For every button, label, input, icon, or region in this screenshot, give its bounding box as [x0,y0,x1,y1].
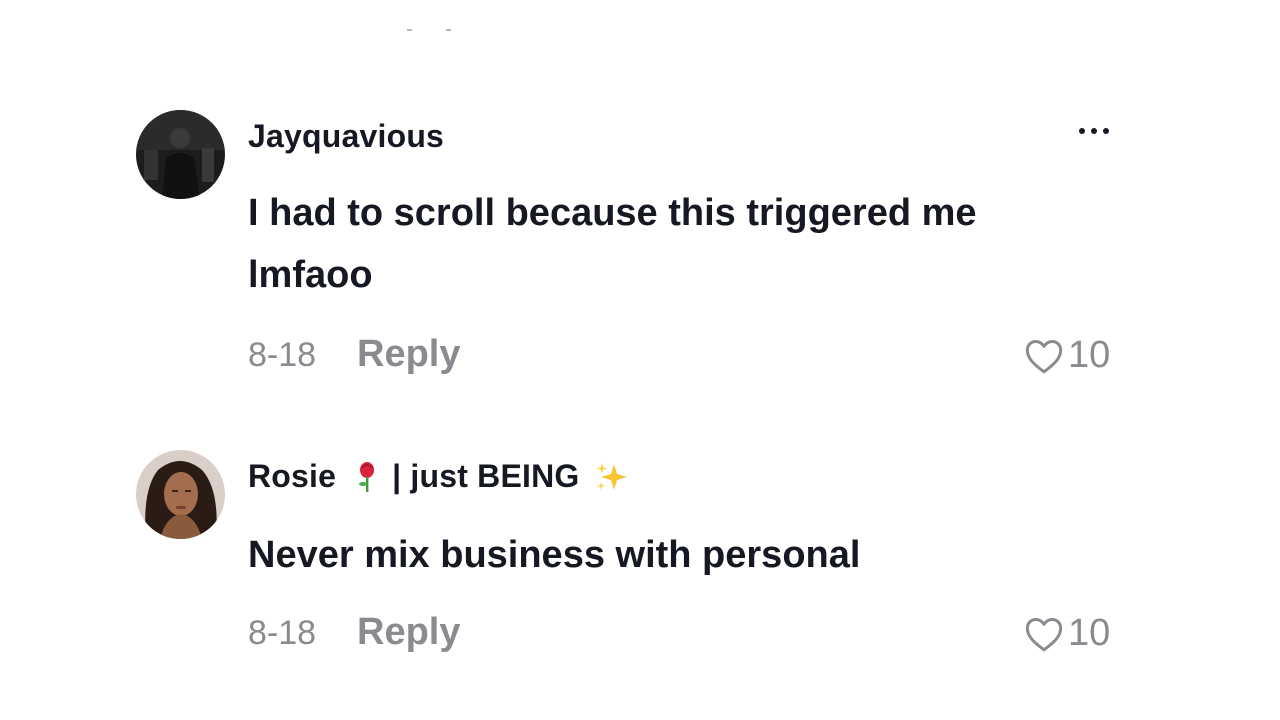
reply-button[interactable]: Reply [357,611,460,654]
rose-emoji [359,461,375,492]
like-count: 10 [1068,612,1111,654]
like-button[interactable]: 10 [1024,612,1110,655]
comment-text: Never mix business with personal [248,524,1068,586]
truncated-indicator [407,29,451,31]
like-button[interactable]: 10 [1024,334,1110,377]
comment-date: 8-18 [248,614,317,652]
comment-text-line: lmfaoo [248,254,373,296]
avatar[interactable] [136,450,225,539]
user-photo-icon [136,110,225,199]
comment-text: I had to scroll because this triggered m… [248,182,1068,306]
comment-text-line: Never mix business with personal [248,534,861,576]
ellipsis-icon[interactable] [1076,118,1116,144]
reply-button[interactable]: Reply [357,333,460,376]
user-photo-icon [136,450,225,539]
comment-date: 8-18 [248,336,317,374]
comment-username[interactable]: Jayquavious [248,118,444,155]
heart-icon [1025,617,1063,651]
sparkles-emoji [596,462,627,490]
comment-text-line: I had to scroll because this triggered m… [248,192,977,234]
avatar[interactable] [136,110,225,199]
like-count: 10 [1068,334,1111,376]
comment-username[interactable]: Rosie | just BEING [248,458,630,495]
heart-icon [1025,339,1063,373]
